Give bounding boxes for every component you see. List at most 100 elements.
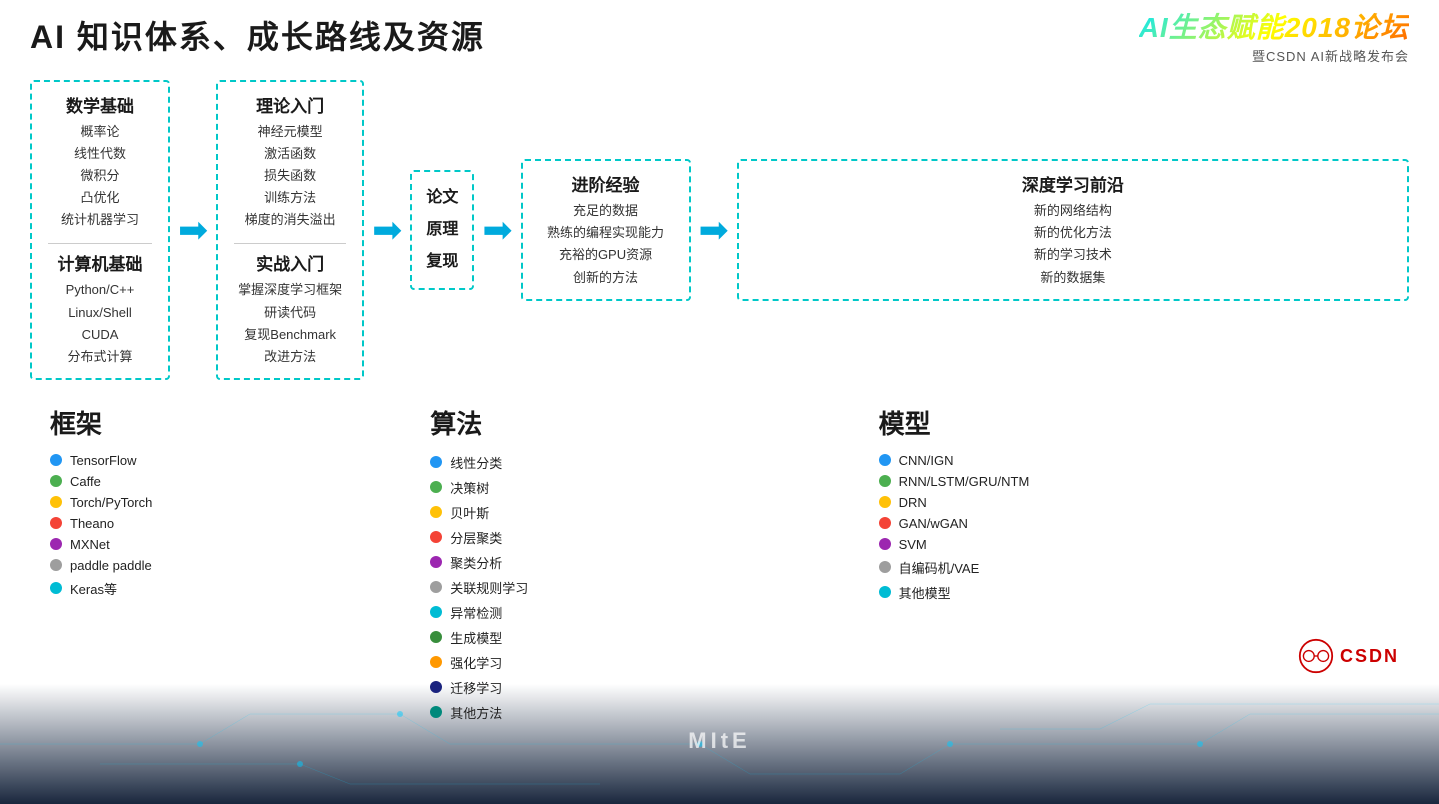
label-vae: 自编码机/VAE <box>899 558 980 577</box>
math-items: 概率论 线性代数 微积分 凸优化 统计机器学习 <box>61 121 139 231</box>
algo-linear: 线性分类 <box>430 453 502 472</box>
math-item-1: 概率论 <box>61 121 139 143</box>
label-anomaly: 异常检测 <box>450 603 502 622</box>
frontier-item-2: 新的优化方法 <box>1034 222 1112 244</box>
logo-area: AI生态赋能2018论坛 暨CSDN AI新战略发布会 <box>1139 6 1409 65</box>
framework-keras: Keras等 <box>50 579 117 598</box>
frameworks-title: 框架 <box>50 404 102 441</box>
model-cnn: CNN/IGN <box>879 453 954 468</box>
label-mxnet: MXNet <box>70 537 110 552</box>
dot-paddle <box>50 559 62 571</box>
cs-item-4: 分布式计算 <box>66 346 135 368</box>
box-entry: 理论入门 神经元模型 激活函数 损失函数 训练方法 梯度的消失溢出 实战入门 掌… <box>216 80 364 380</box>
cs-item-3: CUDA <box>66 324 135 346</box>
label-algo-other: 其他方法 <box>450 703 502 722</box>
theory-section: 理论入门 神经元模型 激活函数 损失函数 训练方法 梯度的消失溢出 <box>245 92 336 231</box>
math-section: 数学基础 概率论 线性代数 微积分 凸优化 统计机器学习 <box>61 92 139 231</box>
dot-algo-other <box>430 706 442 718</box>
framework-tensorflow: TensorFlow <box>50 453 136 468</box>
practice-section: 实战入门 掌握深度学习框架 研读代码 复现Benchmark 改进方法 <box>238 250 342 367</box>
label-model-other: 其他模型 <box>899 583 951 602</box>
dot-theano <box>50 517 62 529</box>
math-item-2: 线性代数 <box>61 143 139 165</box>
practice-item-1: 掌握深度学习框架 <box>238 279 342 301</box>
mite-text: MItE <box>688 728 750 754</box>
dot-torch <box>50 496 62 508</box>
adv-item-1: 充足的数据 <box>547 200 664 222</box>
label-rl: 强化学习 <box>450 653 502 672</box>
arrow-2: ➡ <box>372 212 402 248</box>
dot-mxnet <box>50 538 62 550</box>
algorithms-title: 算法 <box>430 404 482 441</box>
box-advanced: 进阶经验 充足的数据 熟练的编程实现能力 充裕的GPU资源 创新的方法 <box>521 159 691 300</box>
dot-rnn <box>879 475 891 487</box>
algo-transfer: 迁移学习 <box>430 678 502 697</box>
model-other: 其他模型 <box>879 583 951 602</box>
dot-cluster <box>430 556 442 568</box>
arrow-1: ➡ <box>178 212 208 248</box>
divider-1 <box>48 243 152 244</box>
framework-torch: Torch/PyTorch <box>50 495 152 510</box>
dot-tree <box>430 481 442 493</box>
cs-title: 计算机基础 <box>58 250 143 275</box>
label-torch: Torch/PyTorch <box>70 495 152 510</box>
cs-item-2: Linux/Shell <box>66 302 135 324</box>
dot-drn <box>879 496 891 508</box>
label-paddle: paddle paddle <box>70 558 152 573</box>
model-gan: GAN/wGAN <box>879 516 968 531</box>
label-cnn: CNN/IGN <box>899 453 954 468</box>
label-caffe: Caffe <box>70 474 101 489</box>
algo-assoc: 关联规则学习 <box>430 578 528 597</box>
dot-tensorflow <box>50 454 62 466</box>
box-paper: 论文 原理 复现 <box>410 170 474 290</box>
practice-items: 掌握深度学习框架 研读代码 复现Benchmark 改进方法 <box>238 279 342 367</box>
dot-cnn <box>879 454 891 466</box>
label-gan: GAN/wGAN <box>899 516 968 531</box>
frontier-item-3: 新的学习技术 <box>1034 244 1112 266</box>
theory-item-3: 损失函数 <box>245 165 336 187</box>
math-title: 数学基础 <box>66 92 134 117</box>
math-item-3: 微积分 <box>61 165 139 187</box>
practice-item-4: 改进方法 <box>238 346 342 368</box>
dot-model-other <box>879 586 891 598</box>
arrow-3: ➡ <box>482 212 512 248</box>
arrow-4: ➡ <box>699 212 729 248</box>
flow-diagram: 数学基础 概率论 线性代数 微积分 凸优化 统计机器学习 计算机基础 Pytho… <box>30 80 1409 380</box>
label-theano: Theano <box>70 516 114 531</box>
theory-item-5: 梯度的消失溢出 <box>245 209 336 231</box>
label-generative: 生成模型 <box>450 628 502 647</box>
theory-item-4: 训练方法 <box>245 187 336 209</box>
bottom-panels: 框架 TensorFlow Caffe Torch/PyTorch Theano… <box>30 396 1409 728</box>
dot-generative <box>430 631 442 643</box>
algo-rl: 强化学习 <box>430 653 502 672</box>
label-assoc: 关联规则学习 <box>450 578 528 597</box>
box-foundation: 数学基础 概率论 线性代数 微积分 凸优化 统计机器学习 计算机基础 Pytho… <box>30 80 170 380</box>
label-tensorflow: TensorFlow <box>70 453 136 468</box>
dot-caffe <box>50 475 62 487</box>
practice-title: 实战入门 <box>256 250 324 275</box>
adv-item-4: 创新的方法 <box>547 267 664 289</box>
algo-other: 其他方法 <box>430 703 502 722</box>
models-title: 模型 <box>879 404 931 441</box>
algo-hierarchical: 分层聚类 <box>430 528 502 547</box>
dot-keras <box>50 582 62 594</box>
frontier-items: 新的网络结构 新的优化方法 新的学习技术 新的数据集 <box>1034 200 1112 288</box>
adv-item-2: 熟练的编程实现能力 <box>547 222 664 244</box>
framework-caffe: Caffe <box>50 474 101 489</box>
algo-generative: 生成模型 <box>430 628 502 647</box>
label-hierarchical: 分层聚类 <box>450 528 502 547</box>
dot-rl <box>430 656 442 668</box>
math-item-4: 凸优化 <box>61 187 139 209</box>
framework-mxnet: MXNet <box>50 537 110 552</box>
csdn-logo: CSDN <box>1298 638 1399 674</box>
cs-section: 计算机基础 Python/C++ Linux/Shell CUDA 分布式计算 <box>58 250 143 367</box>
label-svm: SVM <box>899 537 927 552</box>
panel-algorithms: 算法 线性分类 决策树 贝叶斯 分层聚类 聚类分析 <box>410 404 858 728</box>
dot-transfer <box>430 681 442 693</box>
csdn-label: CSDN <box>1340 646 1399 667</box>
adv-item-3: 充裕的GPU资源 <box>547 244 664 266</box>
label-transfer: 迁移学习 <box>450 678 502 697</box>
algo-bayes: 贝叶斯 <box>430 503 489 522</box>
algo-anomaly: 异常检测 <box>430 603 502 622</box>
model-drn: DRN <box>879 495 927 510</box>
